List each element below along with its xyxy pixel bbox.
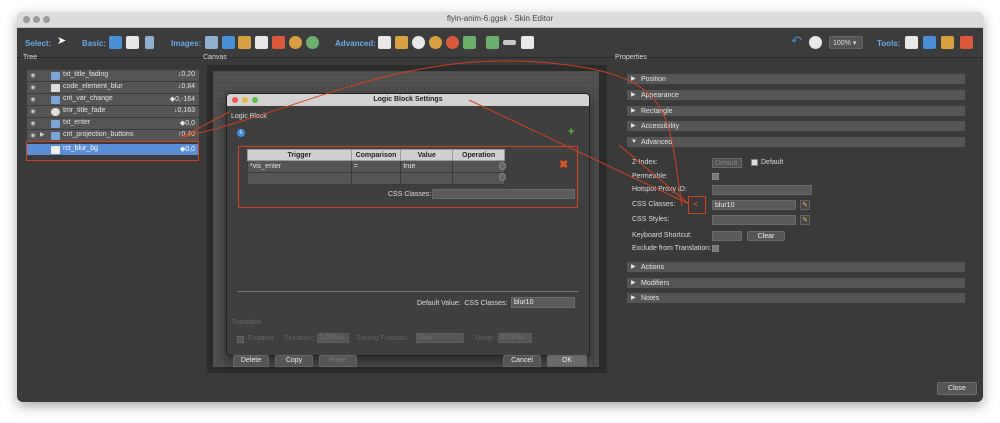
annotation-line-properties xyxy=(618,144,690,205)
annotation-line-tree xyxy=(181,111,230,138)
app-window: flyin-anim-6.ggsk - Skin Editor Select: … xyxy=(17,12,983,402)
annotation-line-dialog xyxy=(468,99,690,205)
annotation-curve xyxy=(181,60,683,207)
annotation-lines xyxy=(181,60,690,207)
